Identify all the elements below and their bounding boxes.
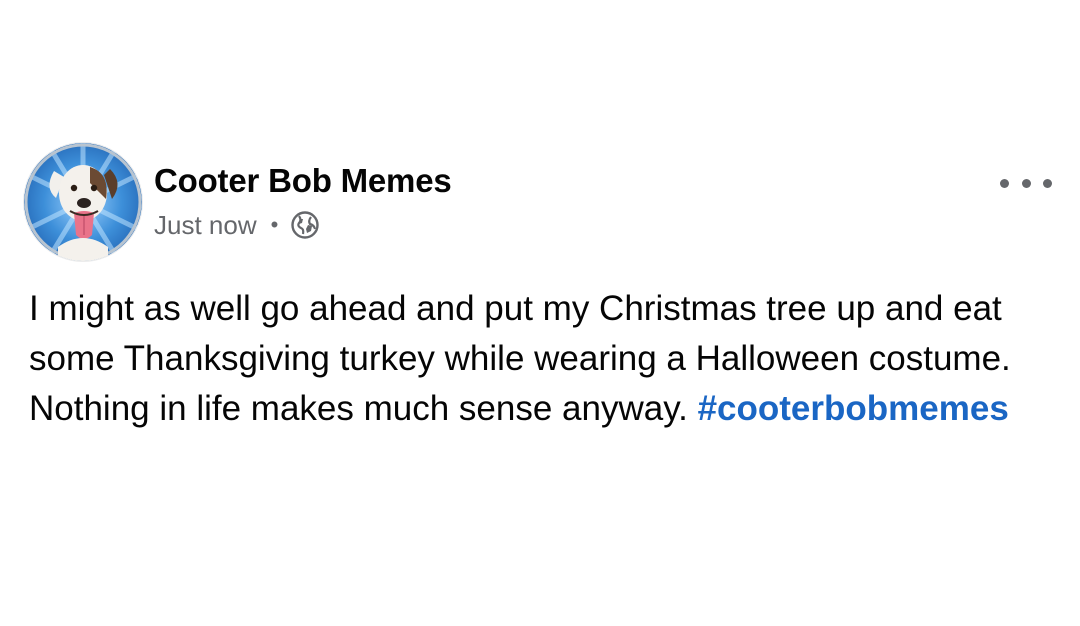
- author-name[interactable]: Cooter Bob Memes: [154, 161, 452, 201]
- hashtag-link[interactable]: #cooterbobmemes: [698, 389, 1009, 428]
- more-dot: [1043, 178, 1052, 188]
- post-meta: Cooter Bob Memes Just now •: [154, 161, 452, 241]
- post-subline: Just now •: [154, 209, 452, 241]
- post-card: Cooter Bob Memes Just now • I might as w…: [0, 0, 1080, 626]
- separator-dot: •: [270, 212, 279, 237]
- post-body: I might as well go ahead and put my Chri…: [29, 284, 1039, 434]
- globe-icon[interactable]: [290, 210, 320, 240]
- avatar[interactable]: [24, 143, 142, 261]
- more-options-icon[interactable]: [1000, 171, 1052, 195]
- dog-avatar-icon: [24, 143, 142, 261]
- post-header: Cooter Bob Memes Just now •: [24, 143, 1056, 263]
- more-dot: [1021, 178, 1031, 188]
- timestamp[interactable]: Just now: [154, 209, 257, 241]
- more-dot: [1000, 178, 1009, 188]
